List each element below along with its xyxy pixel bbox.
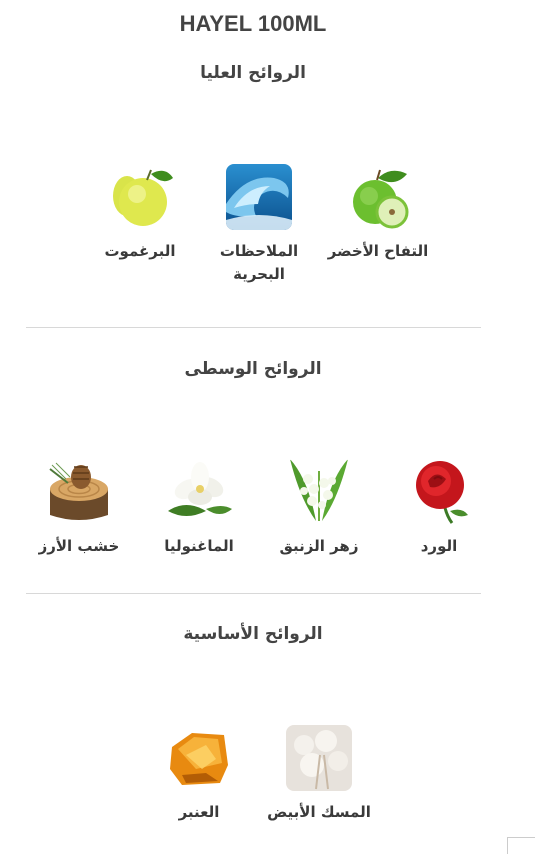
white-musk-icon xyxy=(286,725,352,791)
note-name: خشب الأرز xyxy=(38,537,120,555)
note-name: المسك الأبيض xyxy=(267,803,371,821)
note-name: البرغموت xyxy=(104,242,176,260)
base-notes-heading: الروائح الأساسية xyxy=(183,624,323,644)
note-name: التفاح الأخضر xyxy=(327,242,429,260)
note-name: الملاحظات البحرية xyxy=(219,242,299,283)
note-green-apple: التفاح الأخضر xyxy=(323,164,433,263)
lily-of-the-valley-icon xyxy=(286,459,352,525)
note-white-musk: المسك الأبيض xyxy=(264,725,374,824)
magnolia-icon xyxy=(166,459,232,525)
section-divider xyxy=(26,593,481,594)
section-divider xyxy=(26,327,481,328)
green-apple-icon xyxy=(345,164,411,230)
amber-icon xyxy=(166,725,232,791)
cedarwood-icon xyxy=(46,459,112,525)
corner-widget xyxy=(507,837,535,854)
top-notes-heading: الروائح العليا xyxy=(200,63,306,83)
red-rose-icon xyxy=(406,459,472,525)
note-name: زهر الزنبق xyxy=(279,537,359,555)
note-lily: زهر الزنبق xyxy=(264,459,374,558)
product-title: HAYEL 100ML xyxy=(179,11,327,36)
note-name: الورد xyxy=(420,537,458,555)
note-marine: الملاحظات البحرية xyxy=(204,164,314,286)
note-cedar: خشب الأرز xyxy=(24,459,134,558)
middle-notes-heading: الروائح الوسطى xyxy=(184,359,322,379)
bergamot-icon xyxy=(107,164,173,230)
note-amber: العنبر xyxy=(144,725,254,824)
ocean-wave-icon xyxy=(226,164,292,230)
note-magnolia: الماغنوليا xyxy=(144,459,254,558)
note-rose: الورد xyxy=(384,459,494,558)
note-name: الماغنوليا xyxy=(164,537,234,555)
note-bergamot: البرغموت xyxy=(85,164,195,263)
note-name: العنبر xyxy=(178,803,220,821)
